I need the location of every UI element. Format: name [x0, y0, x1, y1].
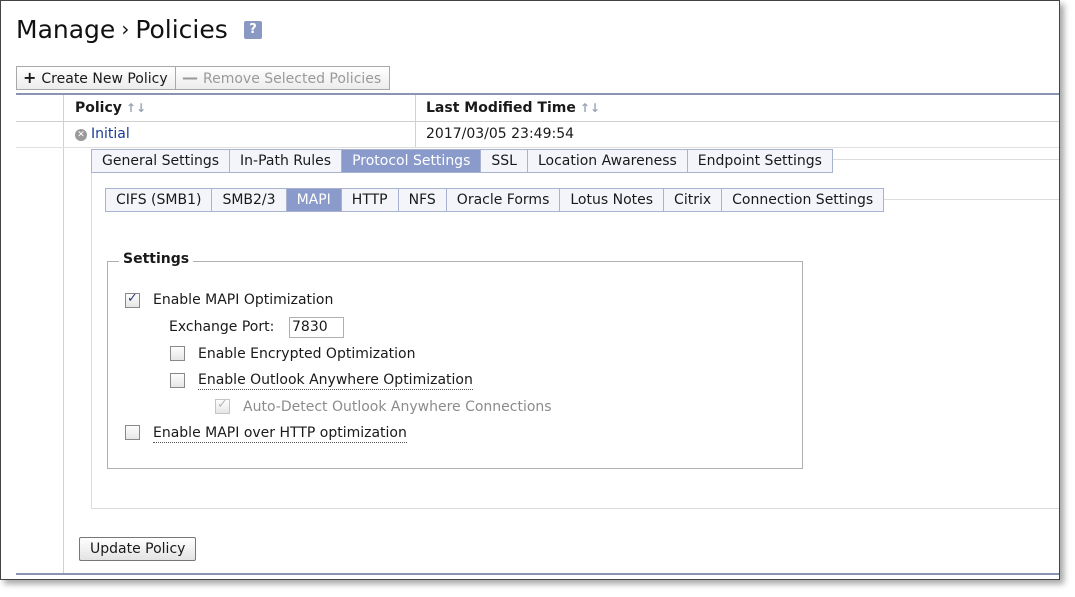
tab-location-awareness[interactable]: Location Awareness	[527, 149, 688, 173]
table-divider	[16, 147, 1059, 148]
mapi-over-http-checkbox[interactable]	[125, 425, 140, 440]
table-divider	[63, 95, 64, 573]
sort-icon[interactable]: ↑↓	[126, 101, 146, 115]
subtab-nfs[interactable]: NFS	[398, 188, 447, 212]
breadcrumb-separator: ›	[121, 17, 130, 41]
table-row: ✕ Initial	[75, 123, 130, 145]
tab-protocol-settings[interactable]: Protocol Settings	[342, 149, 482, 173]
tab-general-settings[interactable]: General Settings	[91, 149, 231, 173]
table-bottom-border	[16, 573, 1059, 575]
modified-time: 2017/03/05 23:49:54	[426, 126, 575, 142]
protocol-subtabs: CIFS (SMB1) SMB2/3 MAPI HTTP NFS Oracle …	[105, 188, 885, 212]
auto-detect-checkbox[interactable]	[215, 397, 230, 414]
page-title: Manage › Policies	[16, 15, 228, 44]
subtab-citrix[interactable]: Citrix	[664, 188, 723, 212]
enable-mapi-label: Enable MAPI Optimization	[153, 292, 334, 308]
remove-row-icon[interactable]: ✕	[75, 129, 87, 141]
create-policy-label: Create New Policy	[41, 71, 168, 87]
exchange-port-input[interactable]: 7830	[289, 317, 344, 338]
subtab-cifs[interactable]: CIFS (SMB1)	[105, 188, 213, 212]
update-policy-button[interactable]: Update Policy	[79, 537, 197, 561]
tab-in-path-rules[interactable]: In-Path Rules	[230, 149, 343, 173]
auto-detect-label: Auto-Detect Outlook Anywhere Connections	[243, 399, 552, 415]
policy-tabs: General Settings In-Path Rules Protocol …	[91, 149, 833, 173]
subtab-connection-settings[interactable]: Connection Settings	[722, 188, 885, 212]
enable-mapi-checkbox[interactable]	[125, 291, 140, 308]
column-header-label: Policy	[75, 100, 122, 116]
window: Manage › Policies ? + Create New Policy — Re…	[0, 0, 1060, 580]
subtab-mapi[interactable]: MAPI	[286, 188, 342, 212]
breadcrumb-page: Policies	[135, 15, 228, 44]
subtab-oracle-forms[interactable]: Oracle Forms	[446, 188, 561, 212]
tab-endpoint-settings[interactable]: Endpoint Settings	[687, 149, 833, 173]
policy-link[interactable]: Initial	[91, 126, 130, 142]
remove-policies-label: Remove Selected Policies	[203, 71, 382, 87]
subtab-http[interactable]: HTTP	[341, 188, 399, 212]
column-header-modified[interactable]: Last Modified Time ↑↓	[426, 95, 600, 121]
column-header-label: Last Modified Time	[426, 100, 576, 116]
encrypted-optimization-label: Enable Encrypted Optimization	[198, 346, 416, 362]
breadcrumb-section[interactable]: Manage	[16, 15, 115, 44]
remove-policies-button[interactable]: — Remove Selected Policies	[175, 66, 391, 90]
encrypted-optimization-checkbox[interactable]	[170, 346, 185, 361]
table-divider	[16, 121, 1059, 122]
sort-icon[interactable]: ↑↓	[580, 101, 600, 115]
outlook-anywhere-checkbox[interactable]	[170, 373, 185, 388]
exchange-port-label: Exchange Port:	[169, 319, 275, 335]
tab-ssl[interactable]: SSL	[481, 149, 528, 173]
create-policy-button[interactable]: + Create New Policy	[16, 66, 177, 90]
minus-icon: —	[182, 68, 198, 87]
help-icon[interactable]: ?	[244, 21, 262, 39]
column-header-policy[interactable]: Policy ↑↓	[75, 95, 146, 121]
plus-icon: +	[23, 68, 37, 87]
subtab-lotus-notes[interactable]: Lotus Notes	[560, 188, 665, 212]
subtab-smb23[interactable]: SMB2/3	[212, 188, 287, 212]
settings-legend: Settings	[119, 251, 194, 267]
mapi-over-http-label: Enable MAPI over HTTP optimization	[153, 425, 407, 443]
outlook-anywhere-label: Enable Outlook Anywhere Optimization	[198, 372, 473, 390]
